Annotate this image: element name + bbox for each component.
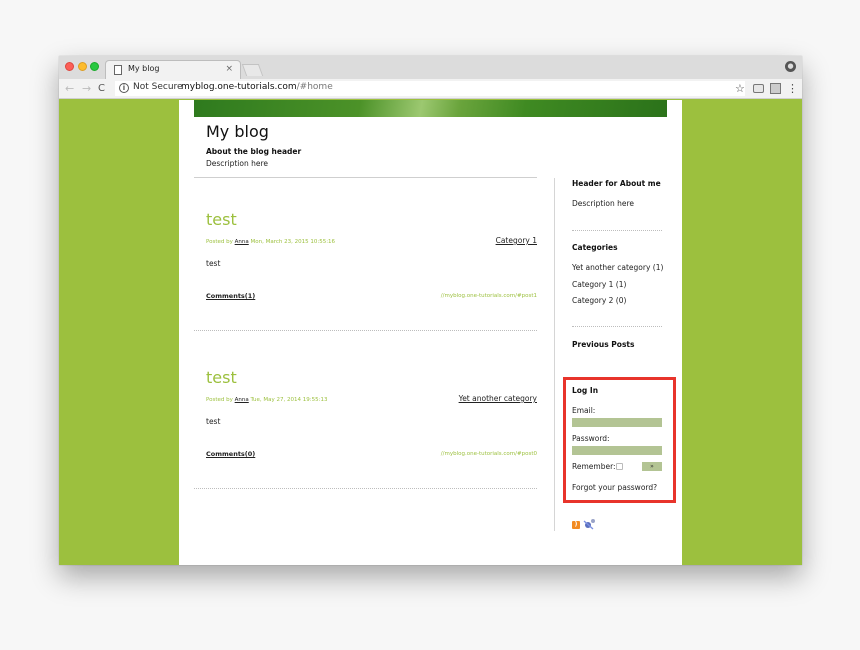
previous-posts-header: Previous Posts bbox=[572, 340, 635, 349]
category-link-category-1[interactable]: Category 1 (1) bbox=[572, 280, 626, 289]
password-label: Password: bbox=[572, 434, 610, 443]
star-icon[interactable]: ☆ bbox=[735, 81, 745, 96]
url-host: myblog.one-tutorials.com bbox=[181, 82, 297, 92]
title-bar: My blog × ● bbox=[59, 56, 802, 79]
maximize-window-button[interactable] bbox=[90, 62, 99, 71]
forward-arrow-icon[interactable]: → bbox=[82, 81, 91, 96]
post-title[interactable]: test bbox=[206, 368, 237, 387]
browser-toolbar: ← → C i Not Secure myblog.one-tutorials.… bbox=[59, 79, 802, 99]
login-header: Log In bbox=[572, 386, 599, 395]
browser-window: My blog × ● ← → C i Not Secure myblog.on… bbox=[59, 56, 802, 565]
post-meta: Posted by Anna Tue, May 27, 2014 19:55:1… bbox=[206, 397, 327, 403]
post-divider bbox=[194, 330, 537, 331]
page-icon bbox=[114, 65, 122, 75]
close-window-button[interactable] bbox=[65, 62, 74, 71]
forgot-password-link[interactable]: Forgot your password? bbox=[572, 483, 657, 492]
minimize-window-button[interactable] bbox=[78, 62, 87, 71]
new-tab-button[interactable] bbox=[241, 64, 264, 76]
blog-description: Description here bbox=[206, 159, 268, 168]
info-icon[interactable]: i bbox=[119, 83, 129, 93]
post-author-link[interactable]: Anna bbox=[235, 239, 249, 245]
sidebar-about-header: Header for About me bbox=[572, 179, 661, 188]
sidebar-divider-1 bbox=[572, 230, 662, 231]
post-date: Mon, March 23, 2015 10:55:16 bbox=[248, 239, 336, 245]
login-submit-button[interactable]: » bbox=[642, 462, 662, 471]
sidebar-divider-2 bbox=[572, 326, 662, 327]
post-author-link[interactable]: Anna bbox=[235, 397, 249, 403]
header-banner-image bbox=[194, 100, 667, 117]
camera-icon[interactable] bbox=[753, 84, 764, 93]
close-icon[interactable]: × bbox=[225, 64, 233, 74]
about-blog-header: About the blog header bbox=[206, 147, 302, 156]
post-meta-prefix: Posted by bbox=[206, 239, 235, 245]
post-date: Tue, May 27, 2014 19:55:13 bbox=[248, 397, 328, 403]
email-label: Email: bbox=[572, 406, 596, 415]
sidebar-divider bbox=[554, 178, 555, 531]
not-secure-label: Not Secure bbox=[133, 82, 183, 92]
back-arrow-icon[interactable]: ← bbox=[65, 81, 74, 96]
password-input[interactable] bbox=[572, 446, 662, 455]
tab-title: My blog bbox=[128, 64, 160, 73]
profile-icon[interactable]: ● bbox=[785, 61, 796, 72]
post-divider bbox=[194, 488, 537, 489]
atom-feed-icon[interactable] bbox=[583, 518, 596, 530]
tab-my-blog[interactable]: My blog × bbox=[105, 60, 241, 79]
post-meta-prefix: Posted by bbox=[206, 397, 235, 403]
categories-header: Categories bbox=[572, 243, 618, 252]
address-bar[interactable]: i Not Secure myblog.one-tutorials.com/#h… bbox=[115, 81, 745, 96]
remember-label: Remember: bbox=[572, 462, 616, 471]
post-comments-link[interactable]: Comments(1) bbox=[206, 292, 255, 300]
url-path: /#home bbox=[296, 82, 333, 92]
post-meta: Posted by Anna Mon, March 23, 2015 10:55… bbox=[206, 239, 335, 245]
email-input[interactable] bbox=[572, 418, 662, 427]
post-category-link[interactable]: Yet another category bbox=[459, 394, 537, 403]
sidebar-about-description: Description here bbox=[572, 199, 634, 208]
category-link-category-2[interactable]: Category 2 (0) bbox=[572, 296, 626, 305]
remember-checkbox[interactable] bbox=[616, 463, 623, 470]
category-link-yet-another[interactable]: Yet another category (1) bbox=[572, 263, 663, 272]
header-divider bbox=[194, 177, 537, 178]
post-permalink[interactable]: //myblog.one-tutorials.com/#post0 bbox=[441, 451, 537, 457]
menu-icon[interactable]: ⋮ bbox=[787, 81, 798, 96]
post-body: test bbox=[206, 259, 221, 268]
page-viewport: My blog About the blog header Descriptio… bbox=[59, 100, 802, 565]
url-text[interactable]: myblog.one-tutorials.com/#home bbox=[181, 82, 333, 92]
post-permalink[interactable]: //myblog.one-tutorials.com/#post1 bbox=[441, 293, 537, 299]
blog-title: My blog bbox=[206, 122, 269, 141]
blog-page: My blog About the blog header Descriptio… bbox=[179, 100, 682, 565]
post-category-link[interactable]: Category 1 bbox=[496, 236, 537, 245]
reload-icon[interactable]: C bbox=[98, 81, 105, 96]
post-title[interactable]: test bbox=[206, 210, 237, 229]
post-comments-link[interactable]: Comments(0) bbox=[206, 450, 255, 458]
rss-icon[interactable]: ) bbox=[572, 521, 580, 529]
extension-icon[interactable] bbox=[770, 83, 781, 94]
post-body: test bbox=[206, 417, 221, 426]
